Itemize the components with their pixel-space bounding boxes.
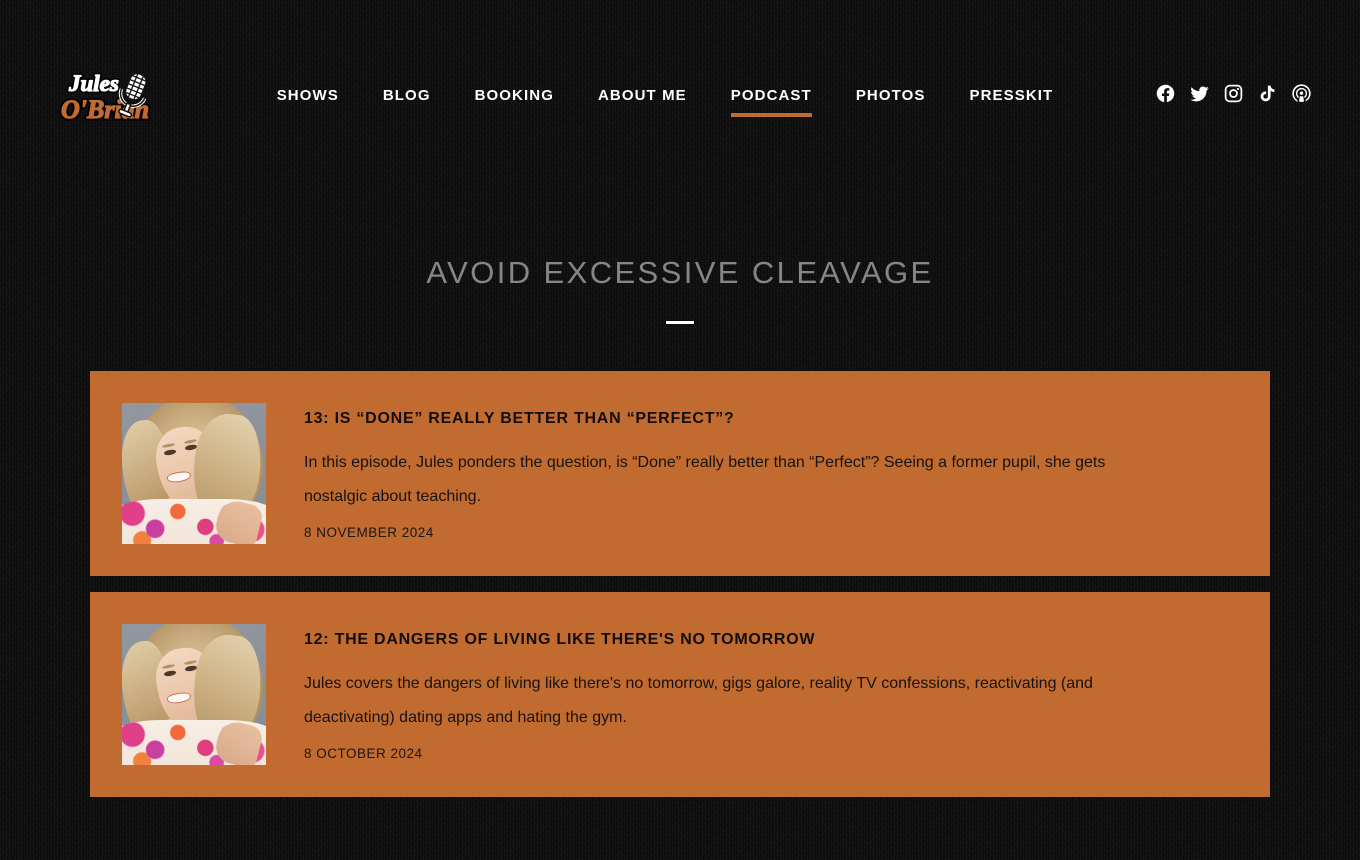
title-divider bbox=[666, 321, 694, 325]
page-root: Jules Jules O'Brian O'Brian SHOWS BLOG B… bbox=[0, 0, 1360, 860]
episode-description: Jules covers the dangers of living like … bbox=[304, 674, 1093, 726]
nav-item-photos[interactable]: PHOTOS bbox=[834, 80, 948, 117]
episode-date: 8 NOVEMBER 2024 bbox=[304, 524, 434, 540]
episode-title[interactable]: 12: THE DANGERS OF LIVING LIKE THERE'S N… bbox=[304, 630, 1238, 651]
episode-card[interactable]: 13: IS “DONE” REALLY BETTER THAN “PERFEC… bbox=[90, 371, 1270, 577]
episode-thumbnail[interactable] bbox=[122, 624, 266, 766]
podcast-icon[interactable] bbox=[1290, 82, 1312, 104]
nav-item-blog[interactable]: BLOG bbox=[361, 80, 453, 117]
episode-list: 13: IS “DONE” REALLY BETTER THAN “PERFEC… bbox=[90, 371, 1270, 798]
page-title: AVOID EXCESSIVE CLEAVAGE bbox=[426, 255, 934, 290]
instagram-icon[interactable] bbox=[1222, 82, 1244, 104]
tiktok-icon[interactable] bbox=[1256, 82, 1278, 104]
main-navigation-wrapper: SHOWS BLOG BOOKING ABOUT ME PODCAST PHOT… bbox=[176, 80, 1154, 117]
twitter-icon[interactable] bbox=[1188, 82, 1210, 104]
episode-card[interactable]: 12: THE DANGERS OF LIVING LIKE THERE'S N… bbox=[90, 592, 1270, 798]
svg-text:Jules: Jules bbox=[68, 71, 119, 96]
nav-item-about-me[interactable]: ABOUT ME bbox=[576, 80, 709, 117]
episode-date: 8 OCTOBER 2024 bbox=[304, 745, 423, 761]
episode-description: In this episode, Jules ponders the quest… bbox=[304, 453, 1106, 505]
episode-title[interactable]: 13: IS “DONE” REALLY BETTER THAN “PERFEC… bbox=[304, 409, 1238, 430]
brand-logo-graphic: Jules Jules O'Brian O'Brian bbox=[59, 69, 152, 127]
nav-item-podcast[interactable]: PODCAST bbox=[709, 80, 834, 117]
brand-logo[interactable]: Jules Jules O'Brian O'Brian bbox=[58, 62, 176, 138]
episode-body: 12: THE DANGERS OF LIVING LIKE THERE'S N… bbox=[266, 624, 1238, 760]
episode-body: 13: IS “DONE” REALLY BETTER THAN “PERFEC… bbox=[266, 403, 1238, 539]
site-header: Jules Jules O'Brian O'Brian SHOWS BLOG B… bbox=[0, 0, 1360, 202]
nav-item-booking[interactable]: BOOKING bbox=[453, 80, 576, 117]
page-title-block: AVOID EXCESSIVE CLEAVAGE bbox=[0, 254, 1360, 325]
social-links bbox=[1154, 82, 1312, 104]
main-navigation: SHOWS BLOG BOOKING ABOUT ME PODCAST PHOT… bbox=[255, 80, 1076, 117]
portrait-image bbox=[122, 403, 266, 545]
episode-thumbnail[interactable] bbox=[122, 403, 266, 545]
nav-item-presskit[interactable]: PRESSKIT bbox=[947, 80, 1075, 117]
facebook-icon[interactable] bbox=[1154, 82, 1176, 104]
portrait-image bbox=[122, 624, 266, 766]
nav-item-shows[interactable]: SHOWS bbox=[255, 80, 361, 117]
